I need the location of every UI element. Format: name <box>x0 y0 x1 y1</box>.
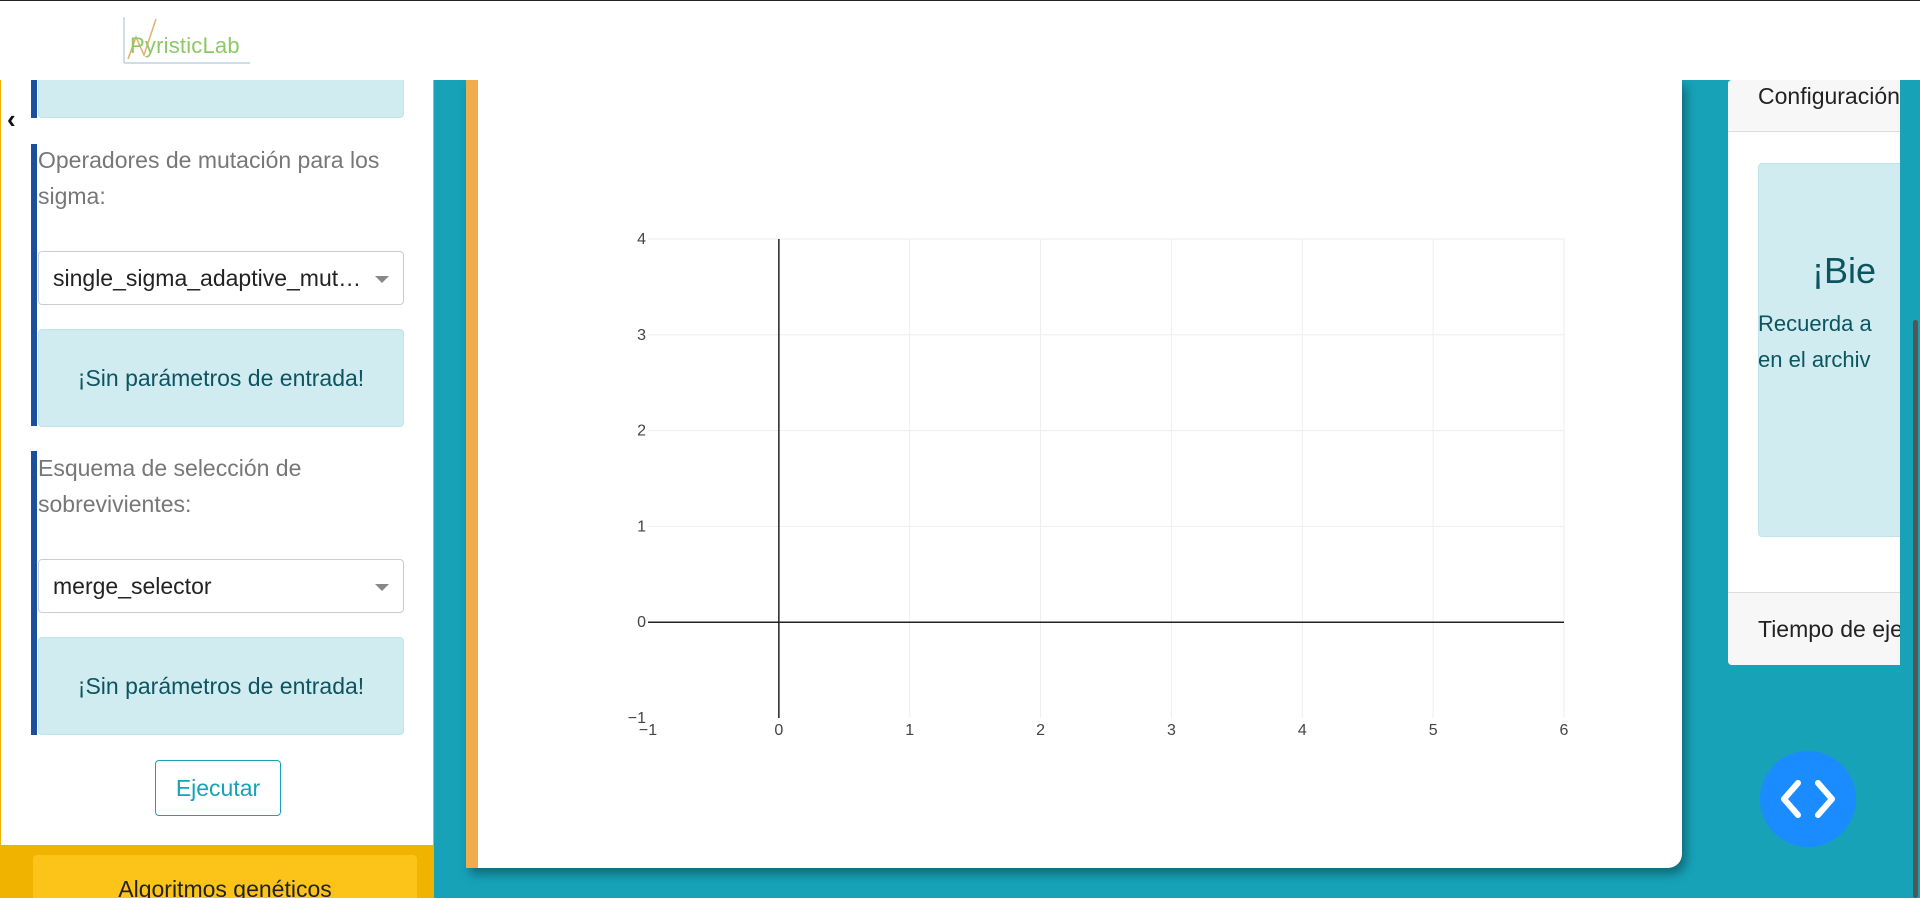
sigma-mutation-label: Operadores de mutación para los sigma: <box>38 147 380 209</box>
x-tick-label: 0 <box>774 722 783 739</box>
main-area: −1 0 1 2 3 4 5 6 −1 0 1 2 3 4 Configuración ¡Bie Recu… <box>434 80 1920 898</box>
x-tick-label: 1 <box>905 722 914 739</box>
sigma-mutation-info: ¡Sin parámetros de entrada! <box>38 329 404 427</box>
code-toggle-button[interactable] <box>1760 751 1856 847</box>
success-text-line: Recuerda a <box>1758 311 1872 336</box>
success-title: ¡Bie <box>1812 250 1877 291</box>
survivor-selection-info: ¡Sin parámetros de entrada! <box>38 637 404 735</box>
section-accent-bar <box>31 80 37 118</box>
results-card-header[interactable]: Configuración <box>1728 80 1920 132</box>
execution-time-footer[interactable]: Tiempo de eje <box>1728 592 1920 665</box>
empty-plot[interactable]: −1 0 1 2 3 4 5 6−101234 <box>478 80 1682 868</box>
code-icon <box>1781 780 1835 818</box>
y-tick-label: 4 <box>637 231 646 248</box>
success-text-line: en el archiv <box>1758 347 1871 372</box>
logo[interactable]: PyristicLab <box>122 15 252 67</box>
nav-genetic-algorithms[interactable]: Algoritmos genéticos <box>33 855 417 898</box>
run-button[interactable]: Ejecutar <box>155 760 281 816</box>
sidebar-footer: Algoritmos genéticos <box>1 845 433 898</box>
x-tick-label: 6 <box>1560 722 1569 739</box>
y-tick-label: 1 <box>637 518 646 535</box>
x-tick-label: 2 <box>1036 722 1045 739</box>
y-tick-label: 0 <box>637 614 646 631</box>
success-text: Recuerda a en el archiv <box>1758 306 1920 378</box>
survivor-selection-select[interactable]: merge_selector <box>38 559 404 613</box>
sigma-mutation-selected: single_sigma_adaptive_mutation <box>53 265 371 291</box>
chevron-left-icon[interactable]: ‹ <box>7 104 16 135</box>
top-header: PyristicLab <box>0 0 1920 80</box>
survivor-selection-selected: merge_selector <box>53 573 212 599</box>
x-tick-label: 4 <box>1298 722 1307 739</box>
x-tick-label: 3 <box>1167 722 1176 739</box>
results-card: Configuración ¡Bie Recuerda a en el arch… <box>1728 80 1920 665</box>
left-sidebar: ‹ Operadores de mutación para los sigma:… <box>0 80 434 898</box>
section-accent-bar <box>31 144 37 426</box>
info-alert-top <box>38 80 404 118</box>
chevron-down-icon <box>375 276 389 283</box>
logo-text: PyristicLab <box>130 33 240 58</box>
y-tick-label: 3 <box>637 327 646 344</box>
scrollbar-thumb[interactable] <box>1913 320 1918 898</box>
chevron-down-icon <box>375 584 389 591</box>
survivor-selection-label: Esquema de selección de sobrevivientes: <box>38 455 302 517</box>
y-tick-label: 2 <box>637 423 646 440</box>
plot-card: −1 0 1 2 3 4 5 6 −1 0 1 2 3 4 <box>466 80 1682 868</box>
x-tick-label: 5 <box>1429 722 1438 739</box>
sigma-mutation-select[interactable]: single_sigma_adaptive_mutation <box>38 251 404 305</box>
y-tick-label: −1 <box>628 710 646 727</box>
section-accent-bar <box>31 451 37 735</box>
